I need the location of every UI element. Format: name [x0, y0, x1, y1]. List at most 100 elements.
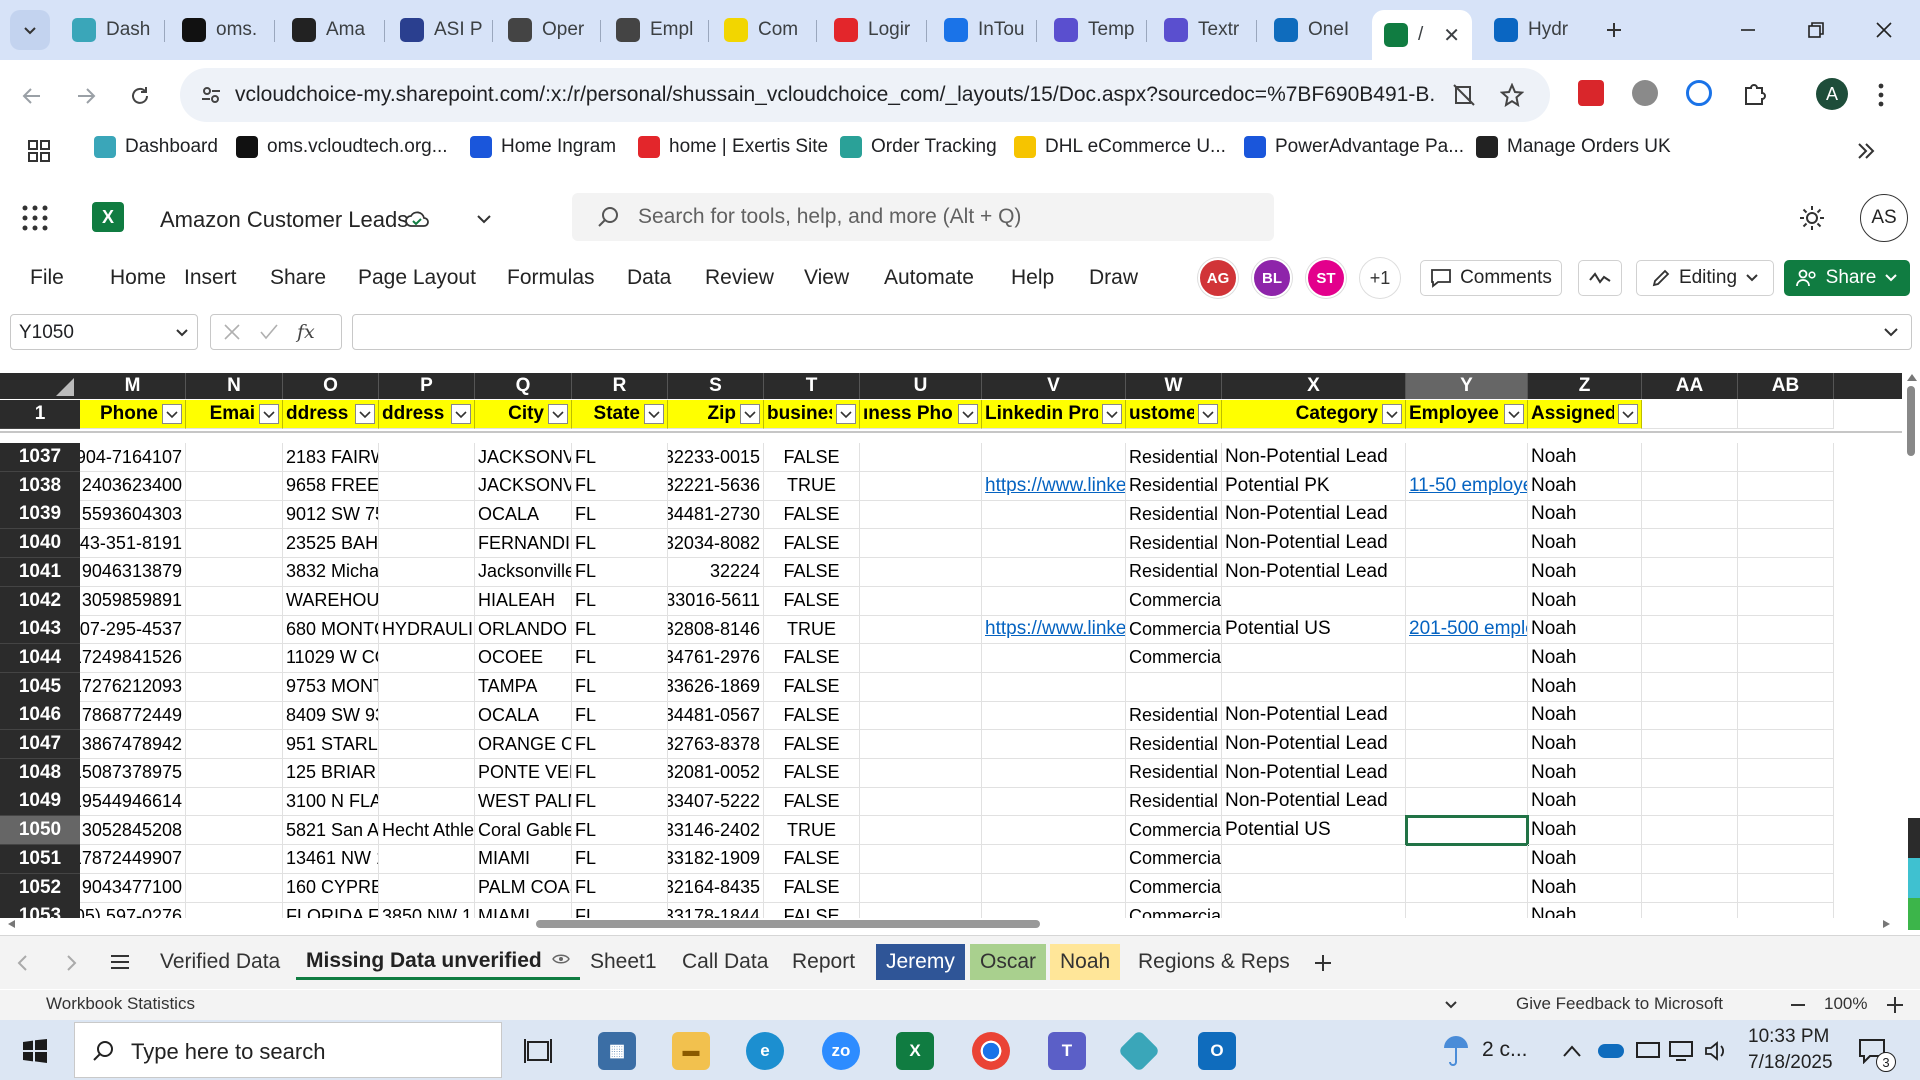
cell-asg[interactable]: Noah [1528, 787, 1642, 817]
filter-dropdown-button[interactable] [644, 404, 664, 424]
cell-cust[interactable]: Commercial [1126, 873, 1222, 903]
cell-state[interactable]: FL [572, 730, 668, 759]
bookmark-item[interactable]: Dashboard [94, 136, 218, 158]
cell-empty[interactable] [186, 816, 283, 846]
cell-emp[interactable] [1406, 701, 1528, 731]
filter-dropdown-button[interactable] [162, 404, 182, 424]
filter-dropdown-button[interactable] [740, 404, 760, 424]
chrome-icon[interactable] [972, 1032, 1010, 1070]
ribbon-tab-insert[interactable]: Insert [184, 266, 237, 290]
cell-empty[interactable] [1738, 557, 1834, 587]
back-button[interactable] [14, 78, 50, 114]
more-collaborators[interactable]: +1 [1360, 258, 1400, 298]
cell-phone[interactable]: 904-7164107 [80, 443, 186, 472]
filter-dropdown-button[interactable] [1382, 404, 1402, 424]
row-header[interactable]: 1037 [0, 443, 80, 472]
filter-header-cell[interactable]: ustomer [1126, 400, 1222, 429]
cell-emp[interactable]: 201-500 employees [1406, 615, 1528, 645]
cell-zip[interactable]: 32164-8435 [668, 873, 764, 903]
cell-cust[interactable]: Commercial [1126, 586, 1222, 616]
cell-zip[interactable]: 33146-2402 [668, 816, 764, 846]
apps-grid-icon[interactable] [28, 140, 50, 162]
cell-asg[interactable]: Noah [1528, 471, 1642, 501]
cell-p[interactable] [379, 500, 475, 530]
cell-empty[interactable] [860, 787, 982, 817]
filter-dropdown-button[interactable] [1198, 404, 1218, 424]
cell-emp[interactable] [1406, 758, 1528, 788]
cell-empty[interactable] [860, 471, 982, 501]
browser-tab[interactable]: Textr [1152, 10, 1252, 50]
row-header[interactable]: 1043 [0, 615, 80, 645]
cell-state[interactable]: FL [572, 471, 668, 501]
cell-zip[interactable]: 33182-1909 [668, 844, 764, 874]
cell-o[interactable]: 11029 W COLONIAL DR [283, 643, 379, 673]
weather-text[interactable]: 2 c... [1482, 1038, 1528, 1062]
cell-cat[interactable]: Non-Potential Lead [1222, 500, 1406, 530]
cell-empty[interactable] [186, 557, 283, 587]
cell-empty[interactable] [186, 443, 283, 472]
cell-city[interactable]: OCALA [475, 701, 572, 731]
cell-empty[interactable] [1642, 586, 1738, 616]
bookmark-item[interactable]: home | Exertis Site [638, 136, 828, 158]
cell-asg[interactable]: Noah [1528, 873, 1642, 903]
cell-li[interactable] [982, 873, 1126, 903]
filter-header-cell[interactable]: Linkedin Prof [982, 400, 1126, 429]
zoom-level[interactable]: 100% [1824, 994, 1867, 1014]
cell-state[interactable]: FL [572, 672, 668, 702]
cell-zip[interactable]: 33626-1869 [668, 672, 764, 702]
collaborator-avatar[interactable]: ST [1306, 258, 1346, 298]
cell-o[interactable]: 23525 BAHAMA PT APT [283, 529, 379, 559]
cell-asg[interactable]: Noah [1528, 500, 1642, 530]
document-title[interactable]: Amazon Customer Leads [160, 207, 408, 233]
column-header-m[interactable]: M [80, 373, 186, 399]
cell-city[interactable]: MIAMI [475, 844, 572, 874]
cell-cust[interactable]: Residential [1126, 557, 1222, 587]
cell-empty[interactable] [186, 471, 283, 501]
globe-extension-icon[interactable] [1632, 80, 1658, 106]
cell-empty[interactable] [1738, 701, 1834, 731]
row-header[interactable]: 1048 [0, 758, 80, 788]
filter-header-cell[interactable]: ddress L [283, 400, 379, 429]
cell-cat[interactable]: Non-Potential Lead [1222, 758, 1406, 788]
cell-p[interactable] [379, 471, 475, 501]
cell-asg[interactable]: Noah [1528, 529, 1642, 559]
cell-phone[interactable]: 443-351-8191 [80, 529, 186, 559]
cell-o[interactable]: 2183 FAIRWAY VILLAS [283, 443, 379, 472]
adobe-extension-icon[interactable] [1578, 80, 1604, 106]
cell-emp[interactable] [1405, 815, 1529, 847]
bookmark-item[interactable]: oms.vcloudtech.org... [236, 136, 448, 158]
clock-time[interactable]: 10:33 PM [1748, 1026, 1829, 1048]
cell-zip[interactable]: 32224 [668, 557, 764, 587]
cell-li[interactable] [982, 500, 1126, 530]
taskbar-search[interactable]: Type here to search [74, 1022, 502, 1078]
cell-biz[interactable]: FALSE [764, 672, 860, 702]
cell-city[interactable]: JACKSONVILLE [475, 471, 572, 501]
cell-empty[interactable] [186, 730, 283, 759]
cell-empty[interactable] [1642, 529, 1738, 559]
filter-dropdown-button[interactable] [355, 404, 375, 424]
cell-asg[interactable]: Noah [1528, 586, 1642, 616]
editing-mode-button[interactable]: Editing [1636, 260, 1774, 296]
cell-cust[interactable]: Residential [1126, 758, 1222, 788]
cell-biz[interactable]: FALSE [764, 586, 860, 616]
column-header-aa[interactable]: AA [1642, 373, 1738, 399]
filter-header-cell[interactable]: Emai [186, 400, 283, 429]
ribbon-tab-page-layout[interactable]: Page Layout [358, 266, 476, 290]
cell-city[interactable]: PALM COAST [475, 873, 572, 903]
cell-cust[interactable]: Commercial [1126, 844, 1222, 874]
settings-gear-icon[interactable] [1798, 204, 1826, 232]
row-header[interactable]: 1050 [0, 816, 80, 846]
chevron-double-right-icon[interactable] [1856, 142, 1876, 160]
ribbon-tab-file[interactable]: File [30, 266, 64, 290]
cell-state[interactable]: FL [572, 529, 668, 559]
cell-p[interactable] [379, 730, 475, 759]
cell-emp[interactable] [1406, 730, 1528, 759]
row-header[interactable]: 1047 [0, 730, 80, 759]
column-header-ab[interactable]: AB [1738, 373, 1834, 399]
cell-empty[interactable] [860, 701, 982, 731]
cell-asg[interactable]: Noah [1528, 443, 1642, 472]
cell-li[interactable] [982, 844, 1126, 874]
cell-cust[interactable]: Residential [1126, 443, 1222, 472]
filter-dropdown-button[interactable] [836, 404, 856, 424]
cell-asg[interactable]: Noah [1528, 615, 1642, 645]
